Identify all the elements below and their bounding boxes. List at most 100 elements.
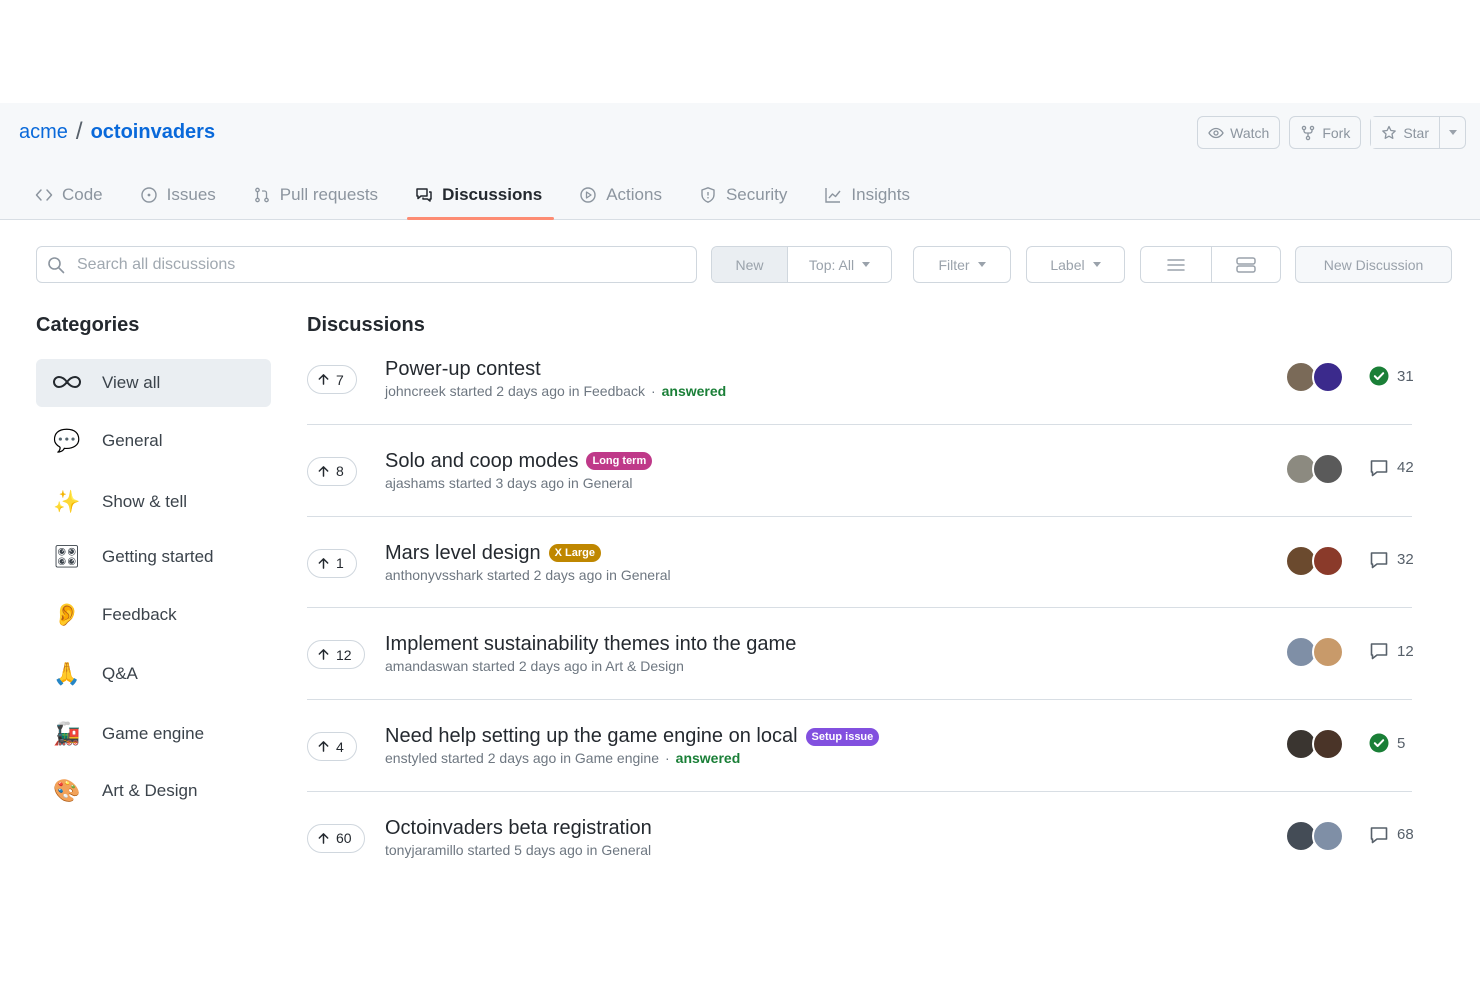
upvote-button[interactable]: 12 <box>307 640 365 670</box>
category-view-all[interactable]: View all <box>36 359 271 407</box>
discussion-meta: amandaswan started 2 days ago in Art & D… <box>385 658 684 674</box>
sparkles-icon: ✨ <box>53 489 81 514</box>
discussion-title-link[interactable]: Need help setting up the game engine on … <box>385 725 798 748</box>
avatar[interactable] <box>1312 636 1344 669</box>
upvote-button[interactable]: 7 <box>307 365 357 394</box>
new-discussion-label: New Discussion <box>1323 256 1424 273</box>
tab-label: Issues <box>166 185 216 204</box>
watch-button[interactable]: Watch <box>1197 116 1281 149</box>
sort-top-dropdown[interactable]: Top: All <box>787 247 891 282</box>
star-button[interactable]: Star <box>1371 117 1439 148</box>
meta-separator: · <box>664 750 670 767</box>
category-link[interactable]: Game engine <box>575 750 659 766</box>
author-link[interactable]: tonyjaramillo <box>385 842 464 858</box>
filter-dropdown[interactable]: Filter <box>913 246 1011 283</box>
tab-label: Security <box>725 185 788 204</box>
tab-security[interactable]: Security <box>699 176 799 214</box>
eye-icon <box>1208 127 1224 138</box>
discussion-title-link[interactable]: Octoinvaders beta registration <box>385 817 652 840</box>
upvote-button[interactable]: 4 <box>307 732 357 762</box>
fork-label: Fork <box>1322 124 1351 141</box>
category-feedback[interactable]: 👂 Feedback <box>36 591 271 639</box>
category-art-and-design[interactable]: 🎨 Art & Design <box>36 767 271 815</box>
avatar[interactable] <box>1312 361 1344 393</box>
tab-code[interactable]: Code <box>35 176 115 214</box>
discussion-row[interactable]: 1 Mars level design X Large anthonyvsshar… <box>307 517 1414 609</box>
category-link[interactable]: Feedback <box>583 383 644 399</box>
tab-actions[interactable]: Actions <box>579 176 674 214</box>
star-icon <box>1382 125 1397 139</box>
discussion-row[interactable]: 8 Solo and coop modes Long term ajashams … <box>307 425 1414 517</box>
category-link[interactable]: General <box>621 567 671 583</box>
category-getting-started[interactable]: 🎛 Getting started <box>36 533 271 581</box>
author-link[interactable]: anthonyvsshark <box>385 567 483 583</box>
arrow-up-icon <box>318 833 329 844</box>
tab-insights[interactable]: Insights <box>824 176 922 214</box>
tab-label: Pull requests <box>279 185 379 204</box>
discussion-title-row: Need help setting up the game engine on … <box>385 725 880 748</box>
category-link[interactable]: General <box>583 475 633 491</box>
repo-actions: Watch Fork Star <box>1197 116 1466 149</box>
tab-pull-requests[interactable]: Pull requests <box>253 176 390 214</box>
repo-separator: / <box>75 118 83 145</box>
discussion-row[interactable]: 60 Octoinvaders beta registration tonyja… <box>307 792 1414 884</box>
sort-new-button[interactable]: New <box>712 247 787 282</box>
category-show-and-tell[interactable]: ✨ Show & tell <box>36 478 271 526</box>
discussion-title-link[interactable]: Implement sustainability themes into the… <box>385 633 796 656</box>
locomotive-icon: 🚂 <box>53 721 81 746</box>
watch-label: Watch <box>1230 124 1270 141</box>
comment-count: 12 <box>1369 641 1414 661</box>
upvote-button[interactable]: 8 <box>307 456 357 486</box>
category-game-engine[interactable]: 🚂 Game engine <box>36 710 271 758</box>
discussion-title-row: Solo and coop modes Long term <box>385 450 653 473</box>
participant-avatars <box>1285 544 1344 577</box>
search-input[interactable] <box>77 255 637 274</box>
author-link[interactable]: enstyled <box>385 750 437 766</box>
code-icon <box>35 189 53 201</box>
discussion-title-link[interactable]: Solo and coop modes <box>385 450 578 473</box>
discussion-title-row: Octoinvaders beta registration <box>385 817 652 840</box>
star-label: Star <box>1403 124 1429 141</box>
new-discussion-button[interactable]: New Discussion <box>1295 246 1452 283</box>
tab-issues[interactable]: Issues <box>140 176 228 214</box>
category-label: Show & tell <box>102 492 188 511</box>
discussion-meta: ajashams started 3 days ago in General <box>385 475 633 491</box>
discussion-title-link[interactable]: Power-up contest <box>385 358 541 381</box>
discussion-row[interactable]: 7 Power-up contest johncreek started 2 d… <box>307 333 1414 425</box>
author-link[interactable]: johncreek <box>385 383 446 399</box>
discussion-title-link[interactable]: Mars level design <box>385 542 541 565</box>
play-icon <box>580 187 596 203</box>
author-link[interactable]: amandaswan <box>385 658 468 674</box>
discussion-title-row: Mars level design X Large <box>385 542 601 565</box>
discussion-meta: tonyjaramillo started 5 days ago in Gene… <box>385 842 651 858</box>
category-general[interactable]: 💬 General <box>36 417 271 465</box>
avatar[interactable] <box>1312 819 1344 852</box>
comment-icon <box>1370 643 1388 660</box>
star-dropdown-button[interactable] <box>1439 117 1465 148</box>
label-dropdown[interactable]: Label <box>1026 246 1125 283</box>
view-toggle <box>1140 246 1281 283</box>
discussion-row[interactable]: 4 Need help setting up the game engine o… <box>307 700 1412 792</box>
answer-count: 31 <box>1369 366 1414 386</box>
category-q-and-a[interactable]: 🙏 Q&A <box>36 650 271 698</box>
category-link[interactable]: Art & Design <box>605 658 684 674</box>
fork-button[interactable]: Fork <box>1289 116 1362 149</box>
participant-avatars <box>1285 728 1344 761</box>
compact-view-button[interactable] <box>1141 247 1211 282</box>
folded-hands-icon: 🙏 <box>53 661 81 686</box>
author-link[interactable]: ajashams <box>385 475 445 491</box>
repo-name-link[interactable]: octoinvaders <box>91 121 215 144</box>
avatar[interactable] <box>1312 728 1344 761</box>
upvote-button[interactable]: 60 <box>307 823 365 853</box>
discussion-row[interactable]: 12 Implement sustainability themes into … <box>307 608 1414 701</box>
comment-count: 32 <box>1369 550 1414 570</box>
category-link[interactable]: General <box>601 842 651 858</box>
avatar[interactable] <box>1312 452 1344 485</box>
upvote-button[interactable]: 1 <box>307 548 357 578</box>
vote-count: 4 <box>336 738 344 755</box>
fork-icon <box>1302 125 1315 140</box>
card-view-button[interactable] <box>1211 247 1280 282</box>
tab-discussions[interactable]: Discussions <box>407 176 555 220</box>
avatar[interactable] <box>1312 544 1344 577</box>
repo-owner-link[interactable]: acme <box>19 121 68 144</box>
